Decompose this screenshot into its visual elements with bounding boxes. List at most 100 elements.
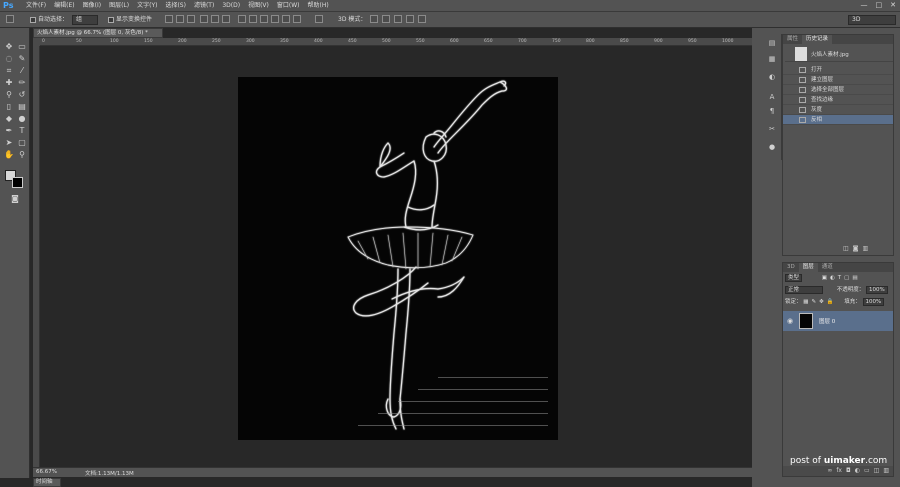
- maximize-button[interactable]: □: [876, 1, 883, 9]
- menu-select[interactable]: 选择(S): [161, 2, 190, 10]
- quick-select-tool-icon[interactable]: ✎: [17, 54, 27, 64]
- align-top-icon[interactable]: [165, 15, 173, 23]
- tab-history[interactable]: 历史记录: [802, 35, 833, 44]
- tab-layers[interactable]: 图层: [798, 263, 818, 272]
- timeline-tab[interactable]: 时间轴: [33, 478, 61, 487]
- character-dock-icon[interactable]: A: [766, 92, 778, 102]
- lasso-tool-icon[interactable]: ◌: [4, 54, 14, 64]
- menu-type[interactable]: 文字(Y): [133, 2, 161, 10]
- distribute-bottom-icon[interactable]: [260, 15, 268, 23]
- menu-edit[interactable]: 编辑(E): [50, 2, 78, 10]
- close-button[interactable]: ✕: [890, 1, 896, 9]
- quick-mask-icon[interactable]: ◙: [10, 194, 20, 204]
- path-select-tool-icon[interactable]: ➤: [4, 138, 14, 148]
- eyedropper-tool-icon[interactable]: ⁄: [17, 66, 27, 76]
- menu-window[interactable]: 窗口(W): [273, 2, 304, 10]
- menu-help[interactable]: 帮助(H): [304, 2, 333, 10]
- gradient-tool-icon[interactable]: ▤: [17, 102, 27, 112]
- minimize-button[interactable]: —: [861, 1, 868, 9]
- history-item[interactable]: 查找边缘: [783, 95, 893, 105]
- show-transform-checkbox[interactable]: 显示变换控件: [108, 15, 152, 25]
- filter-icons[interactable]: ▣◐T▢▤: [822, 275, 861, 281]
- document-tab[interactable]: 火焰人素材.jpg @ 66.7% (图层 0, 灰色/8) *: [33, 28, 163, 38]
- new-document-icon[interactable]: ◫: [843, 245, 853, 252]
- eye-icon[interactable]: ◉: [787, 317, 793, 325]
- pen-tool-icon[interactable]: ✒: [4, 126, 14, 136]
- folder-icon[interactable]: ▭: [864, 466, 870, 476]
- link-icon[interactable]: ∞: [827, 466, 832, 476]
- auto-select-checkbox[interactable]: 自动选择：: [30, 15, 68, 25]
- adjustment-icon[interactable]: ◐: [855, 466, 860, 476]
- tools-dock-icon[interactable]: ✂: [766, 124, 778, 134]
- background-color-swatch[interactable]: [12, 177, 23, 188]
- auto-align-icon[interactable]: [315, 15, 323, 23]
- mask-icon[interactable]: ◘: [846, 466, 851, 476]
- zoom-tool-icon[interactable]: ⚲: [17, 150, 27, 160]
- layer-name[interactable]: 图层 0: [819, 317, 835, 325]
- healing-tool-icon[interactable]: ✚: [4, 78, 14, 88]
- history-snapshot[interactable]: 火焰人素材.jpg: [785, 46, 893, 62]
- move-tool-preset-icon[interactable]: [6, 15, 14, 23]
- menu-3d[interactable]: 3D(D): [218, 2, 244, 10]
- align-bottom-icon[interactable]: [187, 15, 195, 23]
- history-brush-tool-icon[interactable]: ↺: [17, 90, 27, 100]
- blur-tool-icon[interactable]: ◆: [4, 114, 14, 124]
- paragraph-dock-icon[interactable]: ¶: [766, 106, 778, 116]
- fill-input[interactable]: 100%: [862, 298, 885, 306]
- eraser-tool-icon[interactable]: ▯: [4, 102, 14, 112]
- auto-select-dropdown[interactable]: 组: [72, 15, 98, 25]
- history-item[interactable]: 打开: [783, 65, 893, 75]
- opacity-input[interactable]: 100%: [866, 286, 888, 294]
- zoom-level[interactable]: 66.67%: [36, 469, 57, 475]
- filter-kind-dropdown[interactable]: 类型: [785, 274, 803, 282]
- align-hcenter-icon[interactable]: [211, 15, 219, 23]
- new-layer-icon[interactable]: ◫: [874, 466, 880, 476]
- behance-dock-icon[interactable]: ●: [766, 142, 778, 152]
- distribute-left-icon[interactable]: [271, 15, 279, 23]
- distribute-hcenter-icon[interactable]: [282, 15, 290, 23]
- history-item-selected[interactable]: 反相: [783, 115, 893, 125]
- align-vcenter-icon[interactable]: [176, 15, 184, 23]
- trash-icon[interactable]: ▥: [863, 245, 873, 252]
- lock-icons[interactable]: ▦✎✥🔒: [803, 299, 836, 305]
- dodge-tool-icon[interactable]: ●: [17, 114, 27, 124]
- roll-3d-icon[interactable]: [382, 15, 390, 23]
- adjustments-dock-icon[interactable]: ◐: [766, 72, 778, 82]
- menu-file[interactable]: 文件(F): [22, 2, 50, 10]
- brush-tool-icon[interactable]: ✏: [17, 78, 27, 88]
- history-item[interactable]: 灰度: [783, 105, 893, 115]
- blend-mode-dropdown[interactable]: 正常: [785, 286, 823, 294]
- stamp-tool-icon[interactable]: ⚲: [4, 90, 14, 100]
- menu-layer[interactable]: 图层(L): [105, 2, 133, 10]
- rotate-3d-icon[interactable]: [370, 15, 378, 23]
- shape-tool-icon[interactable]: ▢: [17, 138, 27, 148]
- layer-row[interactable]: ◉ 图层 0: [783, 311, 893, 331]
- distribute-top-icon[interactable]: [238, 15, 246, 23]
- history-item[interactable]: 选择全部图层: [783, 85, 893, 95]
- scale-3d-icon[interactable]: [418, 15, 426, 23]
- history-item[interactable]: 建立图层: [783, 75, 893, 85]
- pan-3d-icon[interactable]: [394, 15, 402, 23]
- workspace-dropdown[interactable]: 3D: [848, 15, 896, 25]
- type-tool-icon[interactable]: T: [17, 126, 27, 136]
- swatches-dock-icon[interactable]: ▦: [766, 54, 778, 64]
- distribute-right-icon[interactable]: [293, 15, 301, 23]
- menu-view[interactable]: 视图(V): [244, 2, 273, 10]
- move-tool-icon[interactable]: ✥: [4, 42, 14, 52]
- menu-image[interactable]: 图像(I): [79, 2, 105, 10]
- camera-icon[interactable]: ◙: [853, 245, 863, 252]
- hand-tool-icon[interactable]: ✋: [4, 150, 14, 160]
- align-left-icon[interactable]: [200, 15, 208, 23]
- trash-icon[interactable]: ▥: [883, 466, 889, 476]
- fx-icon[interactable]: fx: [836, 466, 842, 476]
- tab-properties[interactable]: 属性: [783, 35, 802, 44]
- slide-3d-icon[interactable]: [406, 15, 414, 23]
- menu-filter[interactable]: 滤镜(T): [190, 2, 218, 10]
- align-right-icon[interactable]: [222, 15, 230, 23]
- tab-channels[interactable]: 通道: [818, 263, 837, 272]
- document-canvas[interactable]: [238, 77, 558, 440]
- crop-tool-icon[interactable]: ⌗: [4, 66, 14, 76]
- distribute-vcenter-icon[interactable]: [249, 15, 257, 23]
- marquee-tool-icon[interactable]: ▭: [17, 42, 27, 52]
- history-dock-icon[interactable]: ▤: [766, 38, 778, 48]
